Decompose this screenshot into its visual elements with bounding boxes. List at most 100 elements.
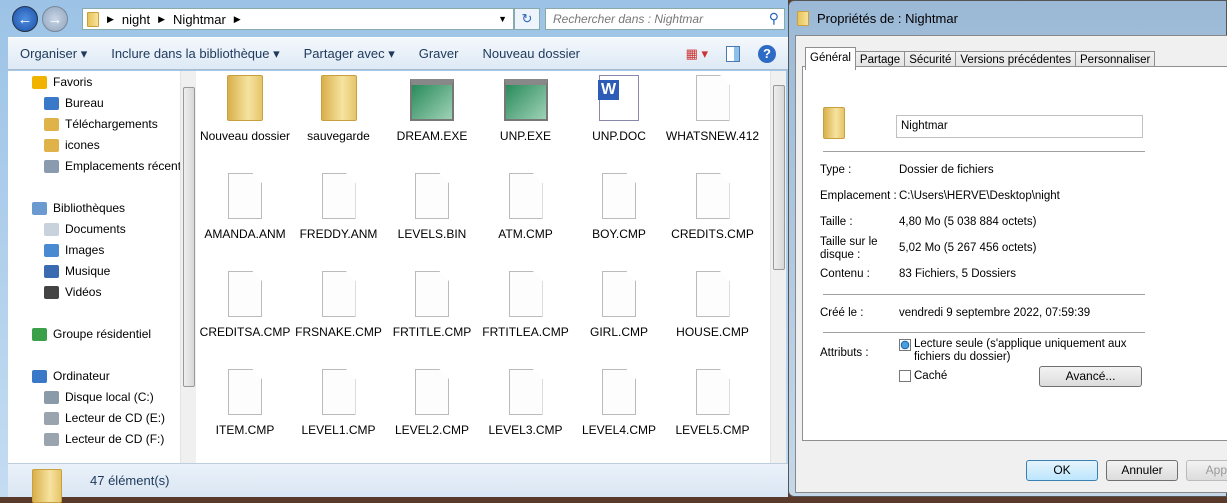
local-disk-icon	[44, 390, 59, 404]
sidebar-item[interactable]: icones	[44, 135, 100, 155]
file-icon	[695, 75, 730, 121]
share-button[interactable]: Partager avec ▾	[292, 46, 407, 62]
folder-icon	[797, 11, 809, 26]
sidebar-item[interactable]: Disque local (C:)	[44, 387, 154, 407]
documents-icon	[44, 222, 59, 236]
file-item[interactable]: LEVEL1.CMP	[292, 369, 386, 437]
sidebar-item[interactable]: Lecteur de CD (F:)	[44, 429, 164, 449]
navigation-scrollbar[interactable]	[180, 71, 196, 463]
folder-name-input[interactable]: Nightmar	[896, 115, 1143, 138]
file-item[interactable]: LEVEL2.CMP	[385, 369, 479, 437]
sidebar-item-label: Disque local (C:)	[65, 390, 154, 404]
file-item[interactable]: ATM.CMP	[479, 173, 573, 241]
file-item[interactable]: LEVEL3.CMP	[479, 369, 573, 437]
videos-icon	[44, 285, 59, 299]
file-item[interactable]: UNP.EXE	[479, 75, 573, 143]
file-item[interactable]: sauvegarde	[292, 75, 386, 143]
sidebar-item[interactable]: Bibliothèques	[32, 198, 125, 218]
file-item[interactable]: Nouveau dossier	[198, 75, 292, 143]
file-name: WHATSNEW.412	[665, 129, 760, 143]
file-item[interactable]: FRSNAKE.CMP	[292, 271, 386, 339]
sidebar-item[interactable]: Bureau	[44, 93, 104, 113]
file-item[interactable]: FREDDY.ANM	[292, 173, 386, 241]
file-item[interactable]: LEVEL4.CMP	[572, 369, 666, 437]
sidebar-item[interactable]: Musique	[44, 261, 110, 281]
file-item[interactable]: FRTITLEA.CMP	[479, 271, 573, 339]
hidden-checkbox[interactable]: Caché	[899, 370, 947, 382]
apply-button[interactable]: Applic	[1186, 460, 1227, 481]
checkbox-indeterminate[interactable]	[899, 339, 911, 351]
sidebar-item-label: Groupe résidentiel	[53, 327, 152, 341]
back-button[interactable]: ←	[12, 6, 38, 32]
recent-places-icon	[44, 159, 59, 173]
attributes-label: Attributs :	[820, 347, 869, 359]
sidebar-item[interactable]: Vidéos	[44, 282, 101, 302]
breadcrumb-nightmar[interactable]: Nightmar	[173, 12, 226, 27]
file-item[interactable]: ITEM.CMP	[198, 369, 292, 437]
dialog-title-bar: Propriétés de : Nightmar	[797, 11, 958, 26]
file-item[interactable]: W UNP.DOC	[572, 75, 666, 143]
new-folder-button[interactable]: Nouveau dossier	[470, 46, 592, 61]
file-item[interactable]: GIRL.CMP	[572, 271, 666, 339]
search-icon[interactable]: ⚲	[769, 10, 779, 27]
file-item[interactable]: BOY.CMP	[572, 173, 666, 241]
sidebar-item[interactable]: Emplacements récents	[44, 156, 187, 176]
forward-button[interactable]: →	[42, 6, 68, 32]
word-document-icon: W	[598, 75, 639, 121]
pictures-icon	[44, 243, 59, 257]
file-item[interactable]: DREAM.EXE	[385, 75, 479, 143]
explorer-window: ← → ▶ night ▶ Nightmar ▶ ▼ ↻ Rechercher …	[0, 0, 788, 503]
file-icon	[695, 271, 730, 317]
file-item[interactable]: LEVEL5.CMP	[666, 369, 760, 437]
checkbox[interactable]	[899, 370, 911, 382]
scrollbar-thumb[interactable]	[773, 85, 785, 270]
cancel-button[interactable]: Annuler	[1106, 460, 1178, 481]
view-options-icon[interactable]: ▦ ▾	[686, 46, 708, 62]
search-input[interactable]: Rechercher dans : Nightmar ⚲	[545, 8, 785, 30]
contents-value: 83 Fichiers, 5 Dossiers	[899, 268, 1016, 280]
item-count: 47 élément(s)	[90, 473, 170, 488]
dialog-body: Général Partage Sécurité Versions précéd…	[795, 35, 1227, 493]
file-name: CREDITS.CMP	[671, 227, 754, 241]
command-bar: Organiser ▾ Inclure dans la bibliothèque…	[8, 37, 788, 70]
refresh-button[interactable]: ↻	[514, 8, 540, 30]
file-item[interactable]: WHATSNEW.412	[666, 75, 760, 143]
sidebar-item[interactable]: Groupe résidentiel	[32, 324, 151, 344]
navigation-pane: Favoris Bureau Téléchargements icones Emplac…	[8, 71, 196, 463]
file-item[interactable]: FRTITLE.CMP	[385, 271, 479, 339]
disk-size-value: 5,02 Mo (5 267 456 octets)	[899, 242, 1037, 254]
tab-general[interactable]: Général	[805, 47, 856, 70]
sidebar-item-label: Musique	[65, 264, 111, 278]
sidebar-item[interactable]: Documents	[44, 219, 126, 239]
file-name: ATM.CMP	[498, 227, 553, 241]
sidebar-item[interactable]: Favoris	[32, 72, 92, 92]
file-item[interactable]: CREDITSA.CMP	[198, 271, 292, 339]
file-item[interactable]: LEVELS.BIN	[385, 173, 479, 241]
include-library-button[interactable]: Inclure dans la bibliothèque ▾	[99, 46, 291, 62]
sidebar-item-label: Lecteur de CD (F:)	[65, 432, 165, 446]
sidebar-item[interactable]: Téléchargements	[44, 114, 158, 134]
sidebar-item[interactable]: Ordinateur	[32, 366, 110, 386]
sidebar-item[interactable]: Images	[44, 240, 104, 260]
file-item[interactable]: AMANDA.ANM	[198, 173, 292, 241]
advanced-button[interactable]: Avancé...	[1039, 366, 1142, 387]
breadcrumb-night[interactable]: night	[122, 12, 150, 27]
sidebar-item[interactable]: Lecteur de CD (E:)	[44, 408, 165, 428]
file-item[interactable]: CREDITS.CMP	[666, 173, 760, 241]
burn-button[interactable]: Graver	[407, 46, 471, 61]
chevron-right-icon: ▶	[158, 13, 166, 24]
file-name: FRTITLE.CMP	[392, 325, 472, 339]
file-list-scrollbar[interactable]	[770, 71, 786, 463]
readonly-label: Lecture seule (s'applique uniquement aux…	[914, 338, 1127, 363]
ok-button[interactable]: OK	[1026, 460, 1098, 481]
address-bar[interactable]: ▶ night ▶ Nightmar ▶ ▼	[82, 8, 514, 30]
file-item[interactable]: HOUSE.CMP	[666, 271, 760, 339]
file-icon	[321, 173, 356, 219]
preview-pane-icon[interactable]	[726, 45, 740, 62]
scrollbar-thumb[interactable]	[183, 87, 195, 387]
readonly-checkbox[interactable]: Lecture seule (s'applique uniquement aux…	[899, 338, 1129, 364]
organise-button[interactable]: Organiser ▾	[8, 46, 99, 62]
file-name: LEVEL3.CMP	[488, 423, 563, 437]
history-dropdown-icon[interactable]: ▼	[498, 14, 507, 24]
help-icon[interactable]: ?	[758, 44, 776, 63]
